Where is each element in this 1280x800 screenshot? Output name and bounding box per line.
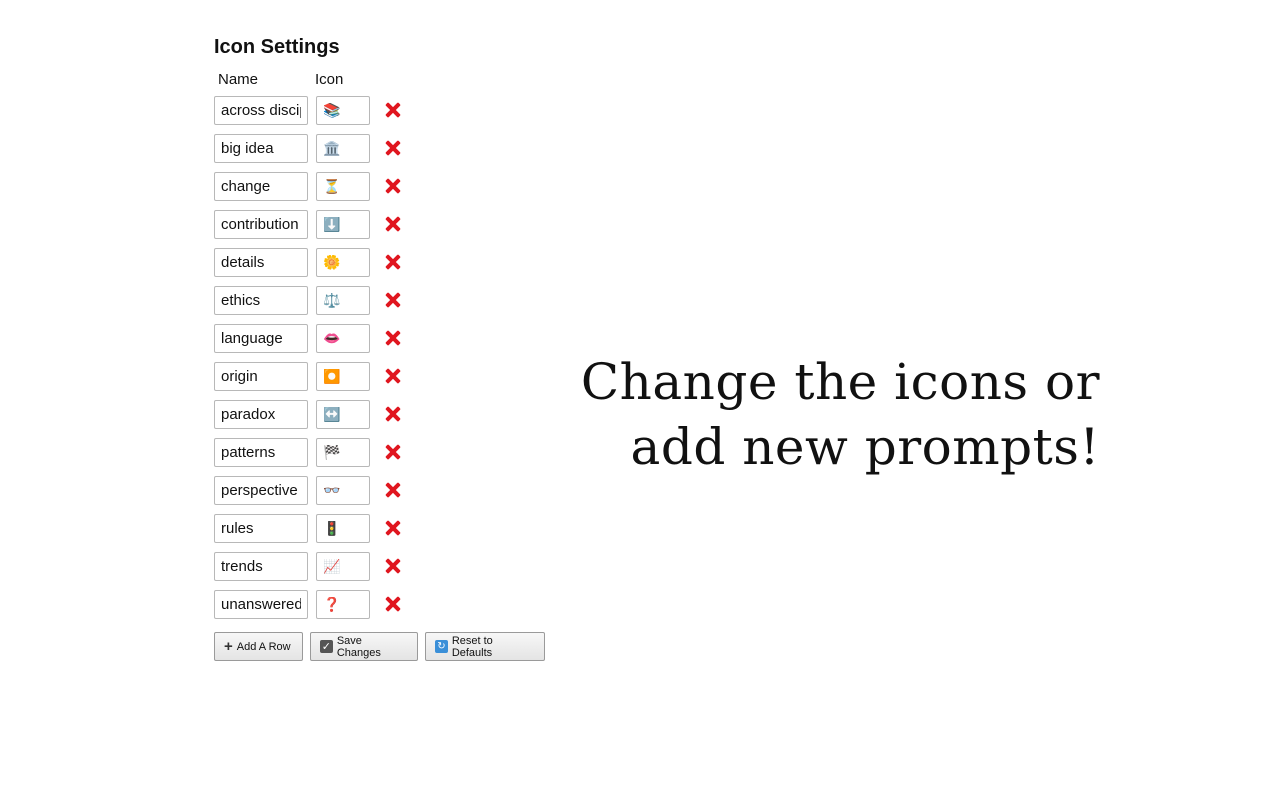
page-title: Icon Settings bbox=[214, 36, 340, 58]
icon-field[interactable] bbox=[316, 400, 370, 429]
delete-row-close-icon[interactable] bbox=[385, 368, 401, 384]
refresh-icon: ↻ bbox=[435, 640, 448, 653]
name-field[interactable] bbox=[214, 514, 308, 543]
settings-row bbox=[214, 476, 574, 514]
delete-row-close-icon[interactable] bbox=[385, 520, 401, 536]
column-headers: Name Icon bbox=[214, 71, 574, 93]
name-field[interactable] bbox=[214, 286, 308, 315]
column-header-icon: Icon bbox=[315, 71, 344, 88]
icon-field[interactable] bbox=[316, 476, 370, 505]
icon-field[interactable] bbox=[316, 514, 370, 543]
name-field[interactable] bbox=[214, 438, 308, 467]
icon-field[interactable] bbox=[316, 210, 370, 239]
icon-field[interactable] bbox=[316, 134, 370, 163]
icon-field[interactable] bbox=[316, 172, 370, 201]
add-row-label: Add A Row bbox=[236, 640, 291, 653]
icon-field[interactable] bbox=[316, 438, 370, 467]
settings-row bbox=[214, 400, 574, 438]
name-field[interactable] bbox=[214, 96, 308, 125]
settings-row bbox=[214, 590, 574, 628]
settings-row bbox=[214, 210, 574, 248]
save-changes-label: Save Changes bbox=[336, 634, 381, 659]
delete-row-close-icon[interactable] bbox=[385, 216, 401, 232]
delete-row-close-icon[interactable] bbox=[385, 102, 401, 118]
icon-field[interactable] bbox=[316, 362, 370, 391]
promo-line-1: Change the icons or bbox=[580, 353, 1100, 411]
settings-row bbox=[214, 134, 574, 172]
settings-row bbox=[214, 514, 574, 552]
settings-row bbox=[214, 438, 574, 476]
name-field[interactable] bbox=[214, 210, 308, 239]
settings-rows bbox=[214, 96, 574, 628]
icon-field[interactable] bbox=[316, 286, 370, 315]
name-field[interactable] bbox=[214, 248, 308, 277]
icon-settings-panel: Icon Settings Name Icon across disciplin… bbox=[214, 33, 574, 662]
name-field[interactable] bbox=[214, 324, 308, 353]
promo-text: Change the icons or add new prompts! bbox=[540, 350, 1100, 480]
delete-row-close-icon[interactable] bbox=[385, 444, 401, 460]
settings-row bbox=[214, 248, 574, 286]
checkbox-icon: ✓ bbox=[320, 640, 333, 653]
delete-row-close-icon[interactable] bbox=[385, 292, 401, 308]
settings-row bbox=[214, 286, 574, 324]
reset-defaults-button[interactable]: ↻ Reset to Defaults bbox=[425, 632, 545, 661]
promo-line-2: add new prompts! bbox=[630, 418, 1100, 476]
delete-row-close-icon[interactable] bbox=[385, 406, 401, 422]
column-header-name: Name bbox=[218, 71, 259, 88]
settings-row bbox=[214, 324, 574, 362]
name-field[interactable] bbox=[214, 172, 308, 201]
icon-field[interactable] bbox=[316, 552, 370, 581]
settings-row bbox=[214, 552, 574, 590]
name-field[interactable] bbox=[214, 552, 308, 581]
delete-row-close-icon[interactable] bbox=[385, 178, 401, 194]
delete-row-close-icon[interactable] bbox=[385, 482, 401, 498]
reset-defaults-label: Reset to Defaults bbox=[451, 634, 493, 659]
name-field[interactable] bbox=[214, 476, 308, 505]
settings-row bbox=[214, 96, 574, 134]
action-buttons: + Add A Row ✓ Save Changes ↻ Reset to De… bbox=[214, 632, 574, 662]
name-field[interactable] bbox=[214, 134, 308, 163]
plus-icon: + bbox=[224, 638, 233, 655]
name-field[interactable] bbox=[214, 400, 308, 429]
add-row-button[interactable]: + Add A Row bbox=[214, 632, 303, 661]
save-changes-button[interactable]: ✓ Save Changes bbox=[310, 632, 418, 661]
delete-row-close-icon[interactable] bbox=[385, 596, 401, 612]
name-field[interactable] bbox=[214, 590, 308, 619]
icon-field[interactable] bbox=[316, 248, 370, 277]
delete-row-close-icon[interactable] bbox=[385, 254, 401, 270]
settings-row bbox=[214, 172, 574, 210]
settings-row bbox=[214, 362, 574, 400]
icon-field[interactable] bbox=[316, 96, 370, 125]
delete-row-close-icon[interactable] bbox=[385, 140, 401, 156]
delete-row-close-icon[interactable] bbox=[385, 330, 401, 346]
icon-field[interactable] bbox=[316, 590, 370, 619]
icon-field[interactable] bbox=[316, 324, 370, 353]
delete-row-close-icon[interactable] bbox=[385, 558, 401, 574]
name-field[interactable] bbox=[214, 362, 308, 391]
